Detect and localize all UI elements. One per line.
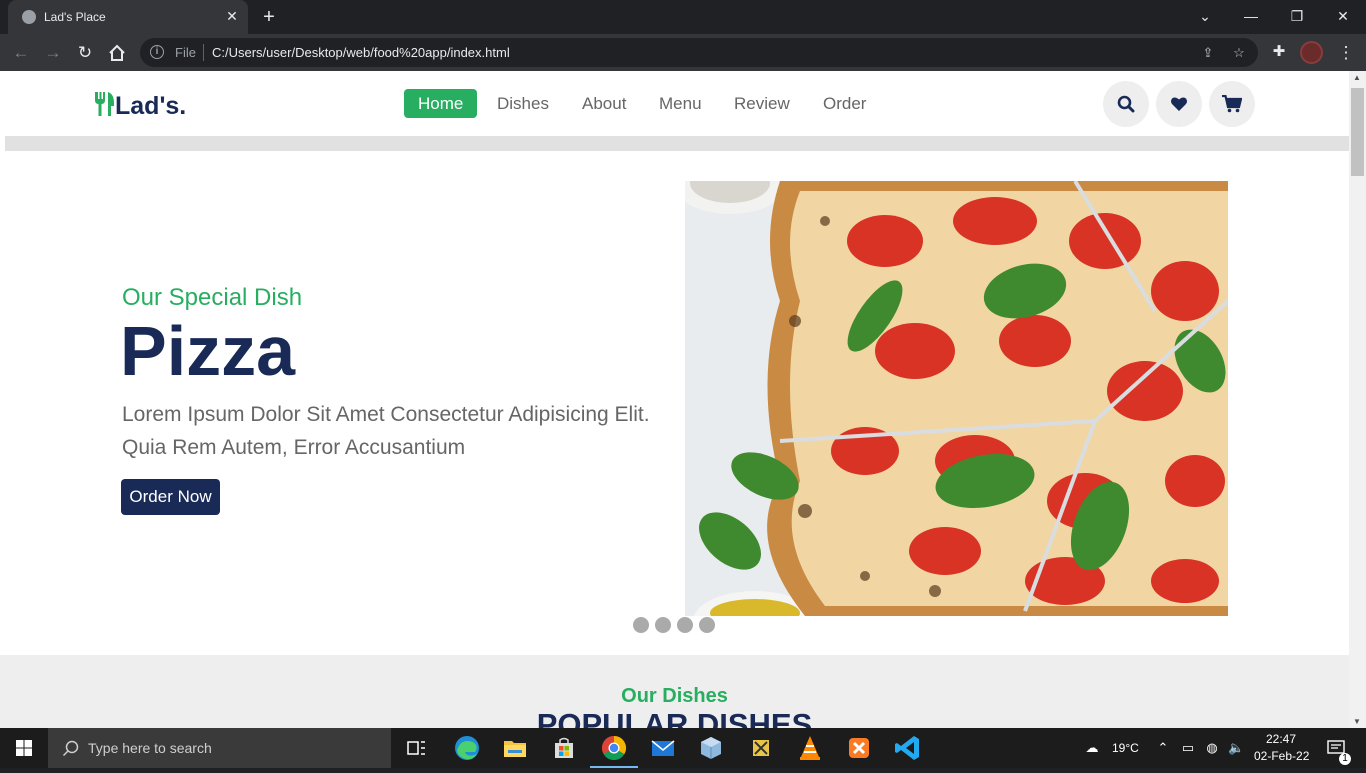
reload-button[interactable]: ↻: [72, 40, 98, 66]
mail-icon[interactable]: [647, 732, 679, 764]
profile-avatar[interactable]: [1300, 41, 1323, 64]
scrollbar-thumb[interactable]: [1351, 88, 1364, 176]
site-info-icon[interactable]: i: [150, 45, 164, 59]
back-button[interactable]: ←: [8, 40, 34, 66]
3d-box-icon[interactable]: [695, 732, 727, 764]
browser-tab[interactable]: Lad's Place ✕: [8, 0, 248, 34]
browser-menu-icon[interactable]: ⋮: [1336, 41, 1356, 64]
clock-time[interactable]: 22:47: [1266, 732, 1296, 746]
nav-home[interactable]: Home: [404, 89, 478, 118]
windows-start-icon[interactable]: [0, 728, 48, 768]
hero-subtitle: Our Special Dish: [122, 284, 303, 311]
dishes-subtitle: Our Dishes: [621, 685, 728, 707]
battery-icon[interactable]: ▭: [1180, 740, 1196, 756]
volume-icon[interactable]: 🔈: [1228, 740, 1244, 756]
nav-menu[interactable]: Menu: [645, 89, 716, 118]
notification-count-badge: 1: [1339, 753, 1351, 765]
dishes-section: Our Dishes popular dishes: [0, 655, 1349, 728]
taskbar-search-placeholder: Type here to search: [88, 740, 212, 756]
scroll-up-icon[interactable]: ▲: [1353, 73, 1361, 82]
forward-button[interactable]: →: [40, 40, 66, 66]
vscode-icon[interactable]: [892, 732, 924, 764]
site-header: Lad's. Home Dishes About Menu Review Ord…: [0, 71, 1349, 136]
vlc-icon[interactable]: [794, 732, 826, 764]
tab-title: Lad's Place: [44, 10, 106, 24]
slider-dot[interactable]: [633, 617, 649, 633]
order-now-button[interactable]: Order Now: [121, 479, 220, 515]
search-icon[interactable]: [1103, 81, 1149, 127]
hero-description: Lorem Ipsum Dolor Sit Amet Consectetur A…: [122, 403, 650, 459]
tab-search-icon[interactable]: ⌄: [1190, 4, 1220, 28]
address-bar[interactable]: i File C:/Users/user/Desktop/web/food%20…: [140, 38, 1258, 67]
taskbar-search-input[interactable]: Type here to search: [48, 728, 391, 768]
site-logo[interactable]: Lad's.: [93, 88, 186, 121]
address-divider: [203, 44, 204, 61]
task-view-icon[interactable]: [400, 732, 432, 764]
page-scrollbar[interactable]: ▲ ▼: [1349, 71, 1366, 728]
microsoft-store-icon[interactable]: [548, 732, 580, 764]
tools-icon[interactable]: [745, 732, 777, 764]
dishes-title: popular dishes: [536, 707, 813, 728]
cart-icon[interactable]: [1209, 81, 1255, 127]
browser-tabstrip: Lad's Place ✕ + ⌄ — ❐ ✕: [0, 0, 1366, 34]
slider-dot[interactable]: [677, 617, 693, 633]
page-viewport: Lad's. Home Dishes About Menu Review Ord…: [0, 71, 1366, 728]
utensils-icon: [93, 91, 115, 117]
chrome-icon[interactable]: [590, 732, 638, 768]
heart-icon[interactable]: [1156, 81, 1202, 127]
extensions-puzzle-icon[interactable]: ✚: [1270, 43, 1288, 61]
nav-review[interactable]: Review: [720, 89, 804, 118]
slider-dot[interactable]: [699, 617, 715, 633]
nav-dishes[interactable]: Dishes: [483, 89, 563, 118]
file-explorer-icon[interactable]: [499, 732, 531, 764]
share-icon[interactable]: ⇪: [1199, 44, 1217, 62]
nav-order[interactable]: Order: [809, 89, 880, 118]
edge-browser-icon[interactable]: [451, 732, 483, 764]
minimize-button[interactable]: —: [1236, 4, 1266, 28]
browser-toolbar: ← → ↻ i File C:/Users/user/Desktop/web/f…: [0, 34, 1366, 71]
home-icon[interactable]: [104, 40, 130, 66]
windows-taskbar: Type here to search ☁ 19°C ⌃ ▭ ◍ 🔈 22:47…: [0, 728, 1366, 768]
new-tab-button[interactable]: +: [258, 6, 280, 28]
address-url[interactable]: C:/Users/user/Desktop/web/food%20app/ind…: [212, 45, 510, 60]
xampp-icon[interactable]: [843, 732, 875, 764]
close-window-button[interactable]: ✕: [1328, 4, 1358, 28]
nav-about[interactable]: About: [568, 89, 640, 118]
globe-icon: [22, 10, 36, 24]
header-divider-bar: [5, 136, 1349, 151]
chevron-up-icon[interactable]: ⌃: [1155, 740, 1171, 756]
search-icon: [62, 740, 79, 757]
bookmark-star-icon[interactable]: ☆: [1230, 44, 1248, 62]
clock-date[interactable]: 02-Feb-22: [1254, 749, 1309, 763]
network-globe-icon[interactable]: ◍: [1204, 740, 1220, 756]
slider-dot[interactable]: [655, 617, 671, 633]
pizza-image: [685, 181, 1228, 616]
address-scheme: File: [175, 45, 196, 60]
weather-cloud-icon[interactable]: ☁: [1082, 740, 1102, 756]
restore-button[interactable]: ❐: [1282, 4, 1312, 28]
hero-title: Pizza: [120, 312, 296, 390]
tab-close-icon[interactable]: ✕: [224, 8, 240, 24]
logo-text: Lad's.: [115, 92, 187, 120]
scroll-down-icon[interactable]: ▼: [1353, 717, 1361, 726]
weather-temperature[interactable]: 19°C: [1112, 741, 1139, 755]
